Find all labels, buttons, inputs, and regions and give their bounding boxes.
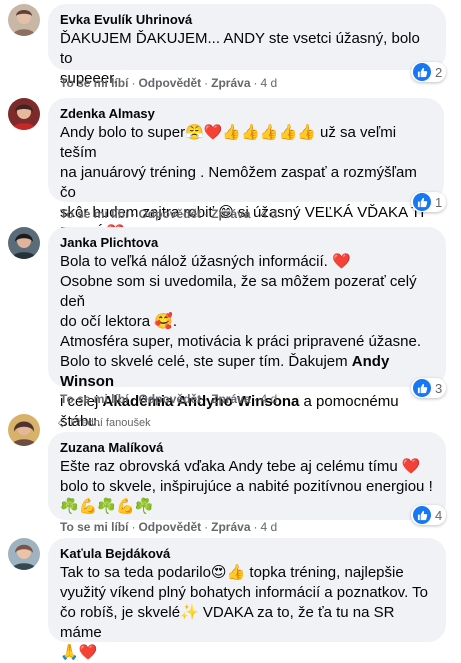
comment-bubble: Zuzana Malíková Ešte raz obrovská vďaka … [48,432,446,520]
like-icon [413,506,431,524]
comment-line: ĎAKUJEM ĎAKUJEM... ANDY ste vsetci úžasn… [60,30,420,67]
reaction-count: 2 [435,64,443,80]
comment-line: bolo to skvele, inšpirujúce a nabité poz… [60,478,433,495]
comment: Janka Plichtova Bola to veľká nálož úžas… [0,225,461,450]
message-button[interactable]: Zpráva [211,207,250,221]
diamond-icon: ◇ [58,417,67,429]
comment: Evka Evulík Uhrinová ĎAKUJEM ĎAKUJEM... … [0,0,461,95]
comment-text: Tak to sa teda podarilo😍👍 topka tréning,… [60,563,434,663]
avatar[interactable] [8,98,40,130]
comment-bubble: Kaťula Bejdáková Tak to sa teda podarilo… [48,538,446,661]
commenter-name[interactable]: Zuzana Malíková [60,440,434,456]
commenter-name[interactable]: Zdenka Almasy [60,106,432,122]
like-button[interactable]: To se mi líbí [60,207,128,221]
comment-line: ☘️💪☘️💪☘️ [60,498,154,515]
message-button[interactable]: Zpráva [211,76,250,90]
comment-actions: To se mi líbí · Odpovědět · Zpráva · 4 d [60,76,278,90]
reaction-count: 3 [435,380,443,396]
like-button[interactable]: To se mi líbí [60,392,128,406]
comment-line: Andy bolo to super😤❤️👍👍👍👍👍 už sa veľmi t… [60,124,397,161]
comment-line: Ešte raz obrovská vďaka Andy tebe aj cel… [60,458,421,475]
commenter-name[interactable]: Evka Evulík Uhrinová [60,12,434,28]
comment: Zdenka Almasy Andy bolo to super😤❤️👍👍👍👍👍… [0,96,461,241]
avatar[interactable] [8,4,40,36]
timestamp[interactable]: 4 d [261,76,278,90]
comment-actions: To se mi líbí · Odpovědět · Zpráva · 4 d [60,207,278,221]
reaction-count: 1 [435,194,443,210]
comment-bubble: Zdenka Almasy Andy bolo to super😤❤️👍👍👍👍👍… [48,98,444,241]
commenter-name[interactable]: Kaťula Bejdáková [60,546,434,562]
comment-bubble: Janka Plichtova Bola to veľká nálož úžas… [48,227,446,450]
avatar[interactable] [8,414,40,446]
comment-text: Ešte raz obrovská vďaka Andy tebe aj cel… [60,457,434,517]
comment-line: Atmosféra super, motivácia k práci pripr… [60,333,422,350]
reply-button[interactable]: Odpovědět [138,392,201,406]
comment-line: využitý víkend plný bohatych informácií … [60,584,428,601]
timestamp[interactable]: 4 d [261,207,278,221]
comment-line: 🙏❤️ [60,644,98,661]
top-fan-label: Přední fanoušek [70,416,151,429]
comment-line: Osobne som si uvedomila, že sa môžem poz… [60,273,417,310]
comment: ◇ Přední fanoušek Zuzana Malíková Ešte r… [0,412,461,534]
comment-actions: To se mi líbí · Odpovědět · Zpráva · 4 d [60,392,278,406]
comment-line: Bolo to skvelé celé, ste super tím. Ďaku… [60,353,390,390]
comment-line: Tak to sa teda podarilo😍👍 topka tréning,… [60,564,404,581]
reaction-badge[interactable]: 1 [411,192,447,212]
comment-line: do očí lektora 🥰. [60,313,178,330]
comment: Kaťula Bejdáková Tak to sa teda podarilo… [0,536,461,661]
comment-actions: To se mi líbí · Odpovědět · Zpráva · 4 d [60,520,278,534]
commenter-name[interactable]: Janka Plichtova [60,235,434,251]
avatar[interactable] [8,538,40,570]
reaction-badge[interactable]: 3 [411,378,447,398]
like-icon [413,63,431,81]
reply-button[interactable]: Odpovědět [138,520,201,534]
reaction-badge[interactable]: 2 [411,62,447,82]
like-icon [413,379,431,397]
reply-button[interactable]: Odpovědět [138,207,201,221]
comment-bubble: Evka Evulík Uhrinová ĎAKUJEM ĎAKUJEM... … [48,4,446,87]
message-button[interactable]: Zpráva [211,392,250,406]
timestamp[interactable]: 4 d [261,520,278,534]
like-icon [413,193,431,211]
message-button[interactable]: Zpráva [211,520,250,534]
comment-line: čo robíš, je skvelé✨ VDAKA za to, že ťa … [60,604,395,641]
like-button[interactable]: To se mi líbí [60,76,128,90]
timestamp[interactable]: 4 d [261,392,278,406]
comment-line: na januárový tréning . Nemôžem zaspať a … [60,164,417,201]
like-button[interactable]: To se mi líbí [60,520,128,534]
reaction-count: 4 [435,507,443,523]
reply-button[interactable]: Odpovědět [138,76,201,90]
avatar[interactable] [8,227,40,259]
reaction-badge[interactable]: 4 [411,505,447,525]
comment-line: Bola to veľká nálož úžasných informácií.… [60,253,351,270]
top-fan-badge[interactable]: ◇ Přední fanoušek [58,416,151,430]
